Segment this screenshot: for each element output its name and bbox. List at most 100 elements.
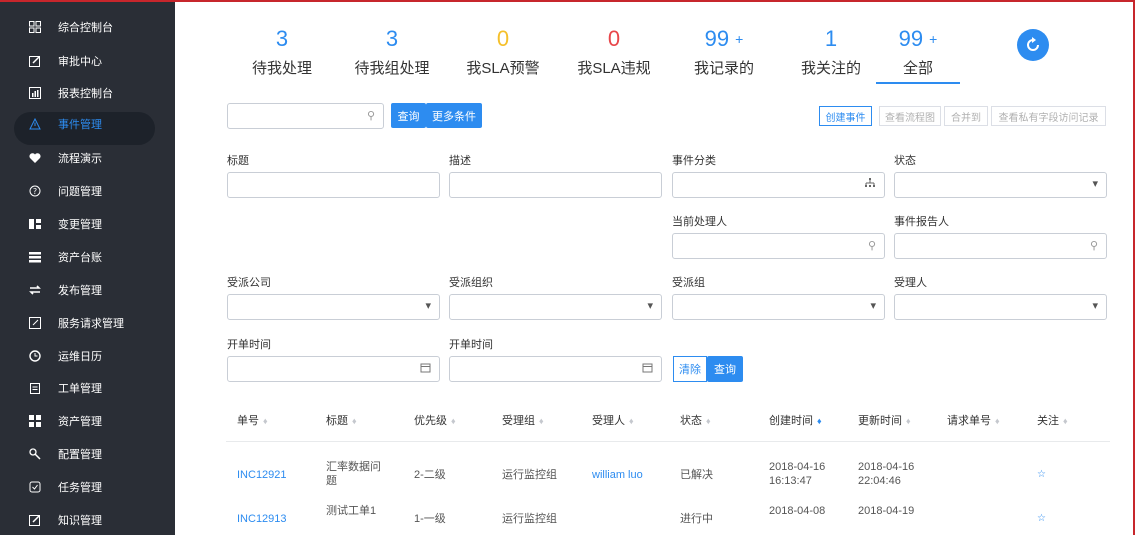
- ticket-id-link[interactable]: INC12921: [237, 468, 287, 482]
- sort-icon[interactable]: ♦: [352, 416, 357, 426]
- stat-tab-1[interactable]: 3 待我组处理: [342, 28, 442, 78]
- stat-tab-2[interactable]: 0 我SLA预警: [453, 28, 553, 78]
- column-header-3[interactable]: 受理组 ♦: [502, 412, 544, 428]
- calendar-icon[interactable]: [420, 362, 431, 376]
- ticket-status: 进行中: [680, 513, 713, 525]
- sort-icon[interactable]: ♦: [539, 416, 544, 426]
- assigned-group-select[interactable]: ▾: [672, 294, 885, 320]
- stat-label: 待我组处理: [354, 60, 430, 77]
- sort-icon[interactable]: ♦: [906, 416, 911, 426]
- column-header-6[interactable]: 创建时间 ♦: [769, 412, 822, 428]
- calendar-icon[interactable]: [642, 362, 653, 376]
- current-handler-input[interactable]: ⚲: [672, 233, 885, 259]
- assigned-org-select[interactable]: ▾: [449, 294, 662, 320]
- search-icon[interactable]: ⚲: [868, 239, 876, 252]
- sidebar-item-6[interactable]: 变更管理: [24, 208, 164, 240]
- ticket-assignee-link[interactable]: william luo: [592, 468, 643, 482]
- sidebar-item-13[interactable]: 配置管理: [24, 438, 164, 470]
- warning-icon: [24, 118, 46, 130]
- refresh-icon: [1027, 37, 1039, 51]
- stat-label: 我SLA违规: [577, 60, 651, 77]
- sidebar-item-2[interactable]: 报表控制台: [24, 77, 164, 109]
- form-query-button[interactable]: 查询: [707, 356, 743, 382]
- sidebar-item-10[interactable]: 运维日历: [24, 340, 164, 372]
- column-header-5[interactable]: 状态 ♦: [680, 412, 711, 428]
- sidebar-item-7[interactable]: 资产台账: [24, 241, 164, 273]
- sort-icon[interactable]: ♦: [263, 416, 268, 426]
- column-header-8[interactable]: 请求单号 ♦: [947, 412, 1000, 428]
- ticket-title-cont: 题: [326, 475, 337, 487]
- reporter-label: 事件报告人: [894, 216, 949, 228]
- assigned-company-select[interactable]: ▾: [227, 294, 440, 320]
- view-flowchart-button[interactable]: 查看流程图: [879, 106, 941, 126]
- question-icon: ?: [24, 185, 46, 197]
- stat-tab-5[interactable]: 1 我关注的: [781, 28, 881, 78]
- sidebar-item-8[interactable]: 发布管理: [24, 274, 164, 306]
- sort-icon[interactable]: ♦: [451, 416, 456, 426]
- sort-icon[interactable]: ♦: [817, 416, 822, 426]
- query-button[interactable]: 查询: [391, 103, 426, 128]
- column-header-1[interactable]: 标题 ♦: [326, 412, 357, 428]
- ticket-created-date: 2018-04-16: [769, 461, 826, 473]
- column-header-4[interactable]: 受理人 ♦: [592, 412, 634, 428]
- ticket-id-link[interactable]: INC12913: [237, 512, 287, 526]
- create-event-button[interactable]: 创建事件: [819, 106, 872, 126]
- sidebar-item-9[interactable]: 服务请求管理: [24, 307, 164, 339]
- knowledge-icon: [24, 514, 46, 526]
- sidebar-item-14[interactable]: 任务管理: [24, 471, 164, 503]
- refresh-button[interactable]: [1017, 29, 1049, 61]
- sidebar-item-12[interactable]: 资产管理: [24, 405, 164, 437]
- stat-tab-6[interactable]: 99 + 全部: [868, 28, 968, 78]
- search-icon[interactable]: ⚲: [1090, 239, 1098, 252]
- title-input[interactable]: [227, 172, 440, 198]
- sidebar-item-1[interactable]: 审批中心: [24, 45, 164, 77]
- view-private-field-records-button[interactable]: 查看私有字段访问记录: [991, 106, 1106, 126]
- follow-star-icon[interactable]: ☆: [1037, 512, 1046, 526]
- more-conditions-button[interactable]: 更多条件: [426, 103, 482, 128]
- column-header-9[interactable]: 关注 ♦: [1037, 412, 1068, 428]
- sidebar-item-label: 知识管理: [58, 515, 102, 527]
- heart-icon: [24, 152, 46, 164]
- column-header-7[interactable]: 更新时间 ♦: [858, 412, 911, 428]
- stat-tab-4[interactable]: 99 + 我记录的: [674, 28, 774, 78]
- sidebar-item-15[interactable]: 知识管理: [24, 504, 164, 536]
- tab-all-underline: [876, 82, 960, 84]
- list-icon: [24, 251, 46, 263]
- sidebar-item-label: 服务请求管理: [58, 318, 124, 330]
- search-input[interactable]: ⚲: [227, 103, 384, 129]
- sidebar-item-4[interactable]: 流程演示: [24, 142, 164, 174]
- merge-to-button[interactable]: 合并到: [944, 106, 988, 126]
- ticket-updated-time: 22:04:46: [858, 475, 901, 487]
- sidebar-item-3[interactable]: 事件管理: [24, 108, 164, 140]
- sidebar-item-5[interactable]: ? 问题管理: [24, 175, 164, 207]
- stat-tab-3[interactable]: 0 我SLA违规: [564, 28, 664, 78]
- status-select[interactable]: ▾: [894, 172, 1107, 198]
- sidebar-item-label: 配置管理: [58, 449, 102, 461]
- sidebar-item-11[interactable]: 工单管理: [24, 372, 164, 404]
- column-header-label: 请求单号: [947, 415, 991, 427]
- search-icon: ⚲: [366, 110, 375, 122]
- stat-count: 0: [453, 28, 553, 50]
- clock-icon: [24, 350, 46, 362]
- description-input[interactable]: [449, 172, 662, 198]
- sort-icon[interactable]: ♦: [706, 416, 711, 426]
- sidebar-scrollbar[interactable]: [167, 2, 175, 535]
- stat-tab-0[interactable]: 3 待我处理: [232, 28, 332, 78]
- clear-button[interactable]: 清除: [673, 356, 707, 382]
- open-time-start-input[interactable]: [227, 356, 440, 382]
- category-input[interactable]: [672, 172, 885, 198]
- sidebar-item-0[interactable]: 综合控制台: [24, 11, 164, 43]
- follow-star-icon[interactable]: ☆: [1037, 468, 1046, 482]
- svg-text:?: ?: [33, 187, 37, 196]
- column-header-label: 标题: [326, 415, 348, 427]
- column-header-2[interactable]: 优先级 ♦: [414, 412, 456, 428]
- reporter-input[interactable]: ⚲: [894, 233, 1107, 259]
- tree-icon[interactable]: [864, 177, 876, 192]
- column-header-0[interactable]: 单号 ♦: [237, 412, 268, 428]
- sort-icon[interactable]: ♦: [629, 416, 634, 426]
- open-time-end-input[interactable]: [449, 356, 662, 382]
- sort-icon[interactable]: ♦: [1063, 416, 1068, 426]
- assignee-select[interactable]: ▾: [894, 294, 1107, 320]
- sort-icon[interactable]: ♦: [995, 416, 1000, 426]
- sidebar-item-label: 资产台账: [58, 252, 102, 264]
